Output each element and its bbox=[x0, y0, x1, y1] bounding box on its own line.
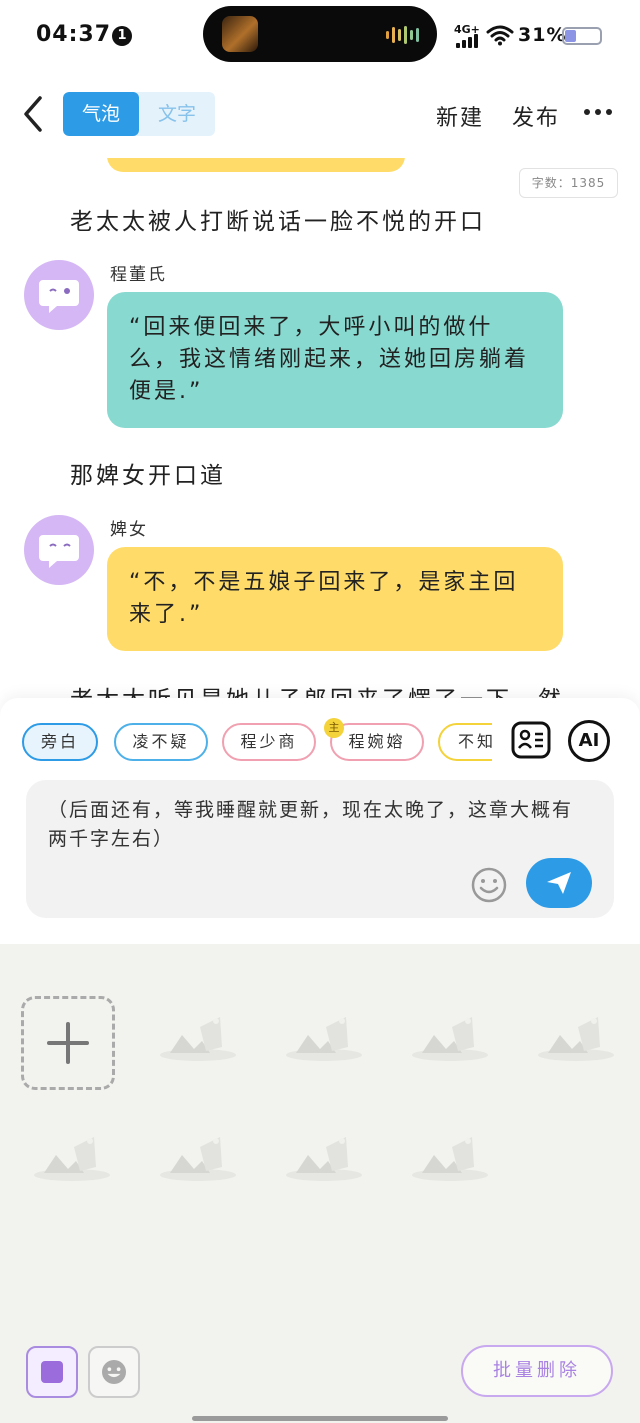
message-bubble[interactable]: “回来便回来了，大呼小叫的做什么，我这情绪刚起来，送她回房躺着便是.” bbox=[107, 292, 563, 428]
narration-text[interactable]: 老太太被人打断说话一脸不悦的开口 bbox=[70, 202, 486, 236]
sticker-placeholder-icon[interactable] bbox=[24, 1119, 118, 1193]
sticker-placeholder-icon[interactable] bbox=[150, 1119, 244, 1193]
battery-icon bbox=[562, 27, 602, 45]
message-bubble[interactable]: “不，不是五娘子回来了，是家主回来了.” bbox=[107, 547, 563, 651]
image-icon[interactable] bbox=[26, 1346, 78, 1398]
status-bar: 04:37 1 4G+ 31% bbox=[0, 0, 640, 72]
avatar[interactable] bbox=[24, 260, 94, 330]
tab-bubble[interactable]: 气泡 bbox=[63, 92, 139, 136]
avatar[interactable] bbox=[24, 515, 94, 585]
message-input[interactable]: （后面还有，等我睡醒就更新，现在太晚了，这章大概有两千字左右） bbox=[26, 780, 614, 918]
send-button[interactable] bbox=[526, 858, 592, 908]
tab-text[interactable]: 文字 bbox=[139, 92, 215, 136]
speaker-name: 程董氏 bbox=[110, 265, 167, 285]
character-chip-narrator[interactable]: 旁白 bbox=[22, 723, 98, 761]
sticker-placeholder-icon[interactable] bbox=[402, 999, 496, 1073]
mode-tabs: 气泡 文字 bbox=[63, 92, 215, 136]
emoji-face-icon[interactable] bbox=[88, 1346, 140, 1398]
add-sticker-button[interactable] bbox=[21, 996, 115, 1090]
narration-text[interactable]: 那婢女开口道 bbox=[70, 456, 226, 490]
sticker-placeholder-icon[interactable] bbox=[276, 1119, 370, 1193]
sticker-placeholder-icon[interactable] bbox=[528, 999, 622, 1073]
character-card-icon[interactable] bbox=[510, 720, 552, 760]
speaker-name: 婢女 bbox=[110, 520, 148, 540]
sticker-panel: 批量删除 bbox=[0, 944, 640, 1423]
chat-face-icon bbox=[39, 535, 79, 568]
character-chip[interactable]: 程婉嫆 bbox=[330, 723, 424, 761]
new-button[interactable]: 新建 bbox=[436, 100, 484, 132]
character-selector: 旁白 凌不疑 程少商 程婉嫆 不知 bbox=[20, 721, 492, 763]
word-count-badge: 字数：1385 bbox=[519, 168, 618, 198]
composer: 旁白 凌不疑 程少商 程婉嫆 不知 主 AI （后面还有，等我睡醒就更新，现在太… bbox=[0, 698, 640, 944]
sticker-placeholder-icon[interactable] bbox=[402, 1119, 496, 1193]
top-nav: 气泡 文字 新建 发布 bbox=[0, 72, 640, 158]
chat-area[interactable]: 字数：1385 老太太被人打断说话一脸不悦的开口 程董氏 “回来便回来了，大呼小… bbox=[0, 158, 640, 698]
send-plane-icon bbox=[547, 872, 571, 894]
wifi-icon bbox=[486, 25, 514, 46]
battery-percent: 31% bbox=[518, 24, 567, 46]
chat-face-icon bbox=[39, 280, 79, 313]
battery-fill bbox=[565, 30, 576, 42]
main-character-badge: 主 bbox=[324, 718, 344, 738]
notification-badge: 1 bbox=[112, 26, 132, 46]
audio-wave-icon bbox=[386, 25, 422, 45]
more-dots-icon[interactable] bbox=[584, 100, 614, 124]
batch-delete-button[interactable]: 批量删除 bbox=[461, 1345, 613, 1397]
character-chip[interactable]: 程少商 bbox=[222, 723, 316, 761]
character-chip[interactable]: 凌不疑 bbox=[114, 723, 208, 761]
now-playing-artwork bbox=[222, 16, 258, 52]
smiley-icon[interactable] bbox=[470, 866, 508, 904]
narration-text[interactable]: 老太太听见是她儿子郎回来了愣了一下，然 bbox=[70, 680, 564, 698]
home-indicator bbox=[192, 1416, 448, 1421]
message-input-text[interactable]: （后面还有，等我睡醒就更新，现在太晚了，这章大概有两千字左右） bbox=[48, 796, 588, 854]
chevron-left-icon[interactable] bbox=[18, 94, 48, 134]
sticker-placeholder-icon[interactable] bbox=[276, 999, 370, 1073]
ai-button[interactable]: AI bbox=[568, 720, 610, 762]
publish-button[interactable]: 发布 bbox=[512, 100, 560, 132]
previous-message-bubble[interactable] bbox=[107, 158, 405, 172]
status-time: 04:37 bbox=[36, 22, 112, 47]
character-chip[interactable]: 不知 bbox=[438, 723, 492, 761]
signal-icon bbox=[456, 34, 480, 48]
sticker-placeholder-icon[interactable] bbox=[150, 999, 244, 1073]
dynamic-island[interactable] bbox=[203, 6, 437, 62]
